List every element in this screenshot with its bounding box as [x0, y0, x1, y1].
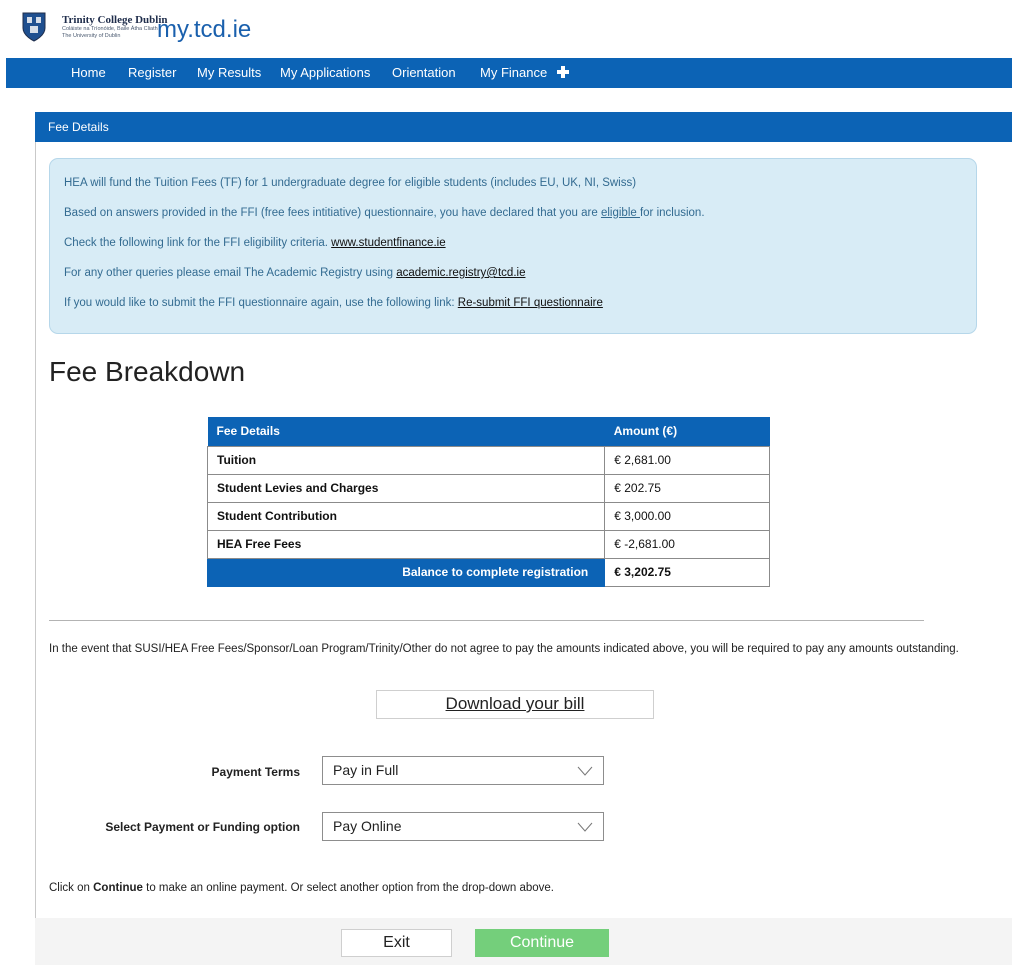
payment-terms-label: Payment Terms: [211, 765, 300, 779]
exit-button[interactable]: Exit: [341, 929, 452, 957]
nav-my-finance[interactable]: My Finance: [480, 65, 547, 80]
payment-notice: In the event that SUSI/HEA Free Fees/Spo…: [49, 643, 959, 655]
payment-option-label: Select Payment or Funding option: [105, 820, 300, 834]
site-title[interactable]: my.tcd.ie: [157, 16, 251, 44]
college-crest-icon: [22, 12, 46, 42]
info-line-2: Based on answers provided in the FFI (fr…: [64, 207, 705, 219]
ffi-info-box: HEA will fund the Tuition Fees (TF) for …: [49, 158, 977, 334]
row-label: Student Contribution: [206, 501, 606, 531]
registry-email-link[interactable]: academic.registry@tcd.ie: [396, 267, 525, 279]
info-line-5-text: If you would like to submit the FFI ques…: [64, 297, 458, 309]
row-amount: € 202.75: [604, 473, 770, 503]
info-line-4-text: For any other queries please email The A…: [64, 267, 397, 279]
table-row: Tuition € 2,681.00: [206, 445, 770, 475]
top-header: Trinity College Dublin Coláiste na Tríon…: [0, 0, 1012, 58]
total-row: Balance to complete registration € 3,202…: [206, 557, 770, 587]
plus-icon[interactable]: [556, 65, 570, 79]
total-label: Balance to complete registration: [206, 557, 606, 587]
total-amount: € 3,202.75: [604, 557, 770, 587]
eligible-link[interactable]: eligible: [601, 207, 640, 219]
row-amount: € 2,681.00: [604, 445, 770, 475]
nav-home[interactable]: Home: [71, 65, 106, 80]
payment-option-select[interactable]: Pay Online: [322, 812, 604, 841]
payment-option-value: Pay Online: [333, 818, 402, 834]
row-label: HEA Free Fees: [206, 529, 606, 559]
resubmit-ffi-link[interactable]: Re-submit FFI questionnaire: [458, 297, 603, 309]
col-amount: Amount (€): [604, 417, 770, 446]
instruction-pre: Click on: [49, 882, 94, 894]
table-row: Student Contribution € 3,000.00: [206, 501, 770, 531]
table-row: Student Levies and Charges € 202.75: [206, 473, 770, 503]
college-subtitle: The University of Dublin: [62, 33, 121, 39]
info-line-2-text: Based on answers provided in the FFI (fr…: [64, 207, 601, 219]
college-logo-text: Trinity College Dublin Coláiste na Tríon…: [62, 14, 168, 40]
payment-terms-select[interactable]: Pay in Full: [322, 756, 604, 785]
table-header-row: Fee Details Amount (€): [207, 417, 770, 446]
fee-breakdown-table: Fee Details Amount (€) Tuition € 2,681.0…: [206, 417, 770, 587]
download-bill-button[interactable]: Download your bill: [376, 690, 654, 719]
fee-breakdown-title: Fee Breakdown: [49, 356, 246, 387]
row-label: Student Levies and Charges: [206, 473, 606, 503]
college-name: Trinity College Dublin: [62, 14, 168, 26]
studentfinance-link[interactable]: www.studentfinance.ie: [331, 237, 445, 249]
panel-header: Fee Details: [35, 112, 1012, 142]
info-line-5: If you would like to submit the FFI ques…: [64, 297, 603, 309]
divider: [49, 620, 924, 621]
main-nav: Home Register My Results My Applications…: [6, 58, 1012, 88]
info-line-2-end: for inclusion.: [639, 207, 705, 219]
nav-orientation[interactable]: Orientation: [392, 65, 456, 80]
chevron-down-icon: [577, 822, 593, 832]
instruction-post: to make an online payment. Or select ano…: [142, 882, 554, 894]
info-line-3: Check the following link for the FFI eli…: [64, 237, 446, 249]
chevron-down-icon: [577, 766, 593, 776]
continue-instruction: Click on Continue to make an online paym…: [49, 882, 554, 894]
nav-register[interactable]: Register: [128, 65, 176, 80]
nav-my-applications[interactable]: My Applications: [280, 65, 370, 80]
nav-my-results[interactable]: My Results: [197, 65, 261, 80]
payment-terms-value: Pay in Full: [333, 762, 399, 778]
info-line-3-text: Check the following link for the FFI eli…: [64, 237, 332, 249]
row-amount: € -2,681.00: [604, 529, 770, 559]
info-line-4: For any other queries please email The A…: [64, 267, 525, 279]
col-fee-details: Fee Details: [207, 417, 605, 446]
college-irish-name: Coláiste na Tríonóide, Baile Átha Cliath: [62, 26, 158, 32]
instruction-bold: Continue: [93, 882, 143, 894]
row-amount: € 3,000.00: [604, 501, 770, 531]
continue-button[interactable]: Continue: [475, 929, 609, 957]
table-row: HEA Free Fees € -2,681.00: [206, 529, 770, 559]
info-line-1: HEA will fund the Tuition Fees (TF) for …: [64, 177, 637, 189]
row-label: Tuition: [206, 445, 606, 475]
